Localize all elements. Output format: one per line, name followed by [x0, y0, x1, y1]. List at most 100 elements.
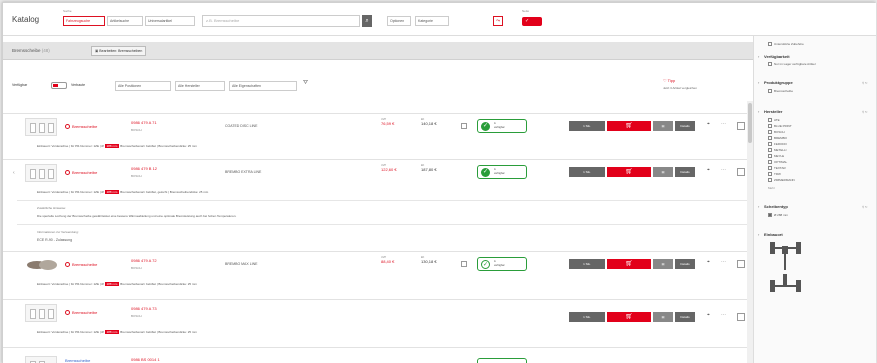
details-button[interactable]: Details — [675, 121, 695, 131]
filter-option[interactable]: Bremsscheibe — [768, 89, 793, 94]
mode-vehicle-search[interactable]: Fahrzeugsuche — [63, 16, 105, 26]
more-icon[interactable]: ⋯ — [721, 259, 726, 265]
quantity-stepper[interactable]: 1 Stk. — [569, 121, 605, 131]
product-thumbnail[interactable] — [25, 258, 59, 272]
tipp-link[interactable]: ♡ Tipp — [663, 78, 675, 83]
filter-option[interactable]: OPTIMAL — [768, 160, 787, 165]
price-value: 88,40 € — [381, 259, 395, 264]
filter-option[interactable]: MEYLE — [768, 154, 784, 159]
search-input[interactable]: z.B. Bremsscheibe — [202, 15, 360, 27]
list-icon[interactable]: ▤ — [653, 259, 673, 269]
compare-checkbox[interactable] — [737, 168, 745, 176]
net-toggle[interactable]: ✓ — [522, 17, 542, 26]
filter-option[interactable]: Ø 288 mm — [768, 213, 788, 218]
list-icon[interactable]: ▤ — [653, 121, 673, 131]
tab-brake-disc[interactable]: Bremsscheibe (48) — [12, 48, 50, 53]
stock-badge[interactable]: ✓ Averfügbar — [477, 257, 527, 271]
filter-section-productgroup[interactable]: Produktgruppe — [758, 80, 793, 85]
section-tools-icon[interactable]: ⚲ ↻ — [862, 81, 868, 85]
article-number[interactable]: 0986 479 A 73 — [131, 306, 157, 311]
pin-icon[interactable]: ⌖ — [707, 167, 710, 173]
compare-checkbox[interactable] — [737, 313, 745, 321]
availability-toggle[interactable] — [51, 82, 67, 89]
filter-option[interactable]: ZIMMERMANN — [768, 178, 795, 183]
product-thumbnail[interactable] — [25, 164, 57, 182]
show-more-link[interactable]: Mehr — [768, 186, 775, 190]
collapse-icon[interactable]: ‹ — [13, 170, 15, 176]
manufacturer-select[interactable]: Alle Hersteller — [175, 81, 225, 91]
brand-logo: Bremsscheibe — [65, 262, 97, 268]
brand-logo: Bremsscheibe — [65, 310, 98, 316]
brand-name: Bremsscheibe — [72, 310, 98, 315]
availability-label: Verfügbar — [12, 83, 28, 87]
stock-badge[interactable]: ✓ Averfügbar — [477, 165, 527, 179]
product-thumbnail[interactable] — [25, 304, 57, 322]
filter-section-position[interactable]: Einbauort — [758, 232, 783, 237]
compare-checkbox[interactable] — [737, 122, 745, 130]
filter-section-manufacturer[interactable]: Hersteller — [758, 109, 783, 114]
filter-option[interactable]: TEXTAR — [768, 166, 786, 171]
add-to-cart-button[interactable]: 🛒︎ — [607, 259, 651, 269]
stock-text: verfügbar — [494, 264, 505, 267]
article-number[interactable]: 0986 BS 0014 1 — [131, 357, 160, 362]
filter-reset-icon[interactable]: ⛛ — [303, 80, 308, 87]
property-select[interactable]: Alle Eigenschaften — [229, 81, 297, 91]
filter-section-availability[interactable]: Verfügbarkeit — [758, 54, 789, 59]
scroll-thumb[interactable] — [748, 103, 752, 143]
filter-option[interactable]: ATE — [768, 118, 780, 123]
filter-option[interactable]: FERODO — [768, 142, 787, 147]
product-thumbnail[interactable] — [25, 118, 57, 136]
compare-checkbox[interactable] — [737, 260, 745, 268]
filter-option[interactable]: Unterstützte Zubehöre — [768, 42, 804, 47]
filter-option[interactable]: BOSCH — [768, 130, 785, 135]
article-number[interactable]: 0986 479 B 12 — [131, 166, 157, 171]
quantity-stepper[interactable]: 1 Stk. — [569, 167, 605, 177]
filter-option[interactable]: METELLI — [768, 148, 787, 153]
info-icon[interactable] — [461, 123, 467, 129]
add-to-cart-button[interactable]: 🛒︎ — [607, 312, 651, 322]
add-to-cart-button[interactable]: 🛒︎ — [607, 167, 651, 177]
section-tools-icon[interactable]: ⚲ ↻ — [862, 205, 868, 209]
quantity-stepper[interactable]: 1 Stk. — [569, 259, 605, 269]
mode-article-search[interactable]: Artikelsuche — [107, 16, 143, 26]
pin-icon[interactable]: ⌖ — [707, 121, 710, 127]
compare-hint[interactable]: Jetzt 3 Artikel vergleichen — [663, 86, 697, 90]
stock-badge[interactable] — [477, 358, 527, 363]
options-select[interactable]: Optionen — [387, 16, 411, 26]
details-button[interactable]: Details — [675, 167, 695, 177]
axle-diagram-icon[interactable] — [768, 240, 808, 302]
list-icon[interactable]: ▤ — [653, 167, 673, 177]
details-button[interactable]: Details — [675, 312, 695, 322]
filter-option[interactable]: BREMBO — [768, 136, 787, 141]
filter-section-disc-type[interactable]: Scheibentyp — [758, 204, 788, 209]
category-select[interactable]: Kategorie — [415, 16, 449, 26]
filter-option[interactable]: BLUE PRINT — [768, 124, 792, 129]
tab-edit[interactable]: ▣ Bearbeiten: Bremsscheiben — [91, 46, 147, 56]
article-number[interactable]: 0986 479 A 72 — [131, 258, 157, 263]
result-card: ‹ Bremsscheibe 0986 479 B 12 BOSCH BREMB… — [3, 159, 753, 249]
filter-icon[interactable]: ⤳ — [493, 16, 503, 26]
stock-badge[interactable]: ✓ Averfügbar — [477, 119, 527, 133]
quantity-stepper[interactable]: 1 Stk. — [569, 312, 605, 322]
info-icon[interactable] — [461, 261, 467, 267]
section-tools-icon[interactable]: ⚲ ↻ — [862, 110, 868, 114]
add-to-cart-button[interactable]: 🛒︎ — [607, 121, 651, 131]
pin-icon[interactable]: ⌖ — [707, 312, 710, 318]
product-thumbnail[interactable] — [25, 356, 57, 363]
mode-universal[interactable]: Universalartikel — [145, 16, 195, 26]
product-name: BREMBO EXTRA LINE — [225, 170, 262, 174]
filter-option[interactable]: Nur im Lager verfügbare Artikel — [768, 62, 816, 67]
article-number[interactable]: 0986 479 A 71 — [131, 120, 157, 125]
tab-label: Bremsscheibe — [12, 48, 41, 53]
position-select[interactable]: Alle Positionen — [115, 81, 171, 91]
search-icon[interactable]: ⌕ — [362, 15, 372, 27]
details-button[interactable]: Details — [675, 259, 695, 269]
filter-option[interactable]: TRW — [768, 172, 781, 177]
list-icon[interactable]: ▤ — [653, 312, 673, 322]
result-card: Bremsscheibe 0986 479 A 72 BOSCH BREMBO … — [3, 251, 753, 297]
filter-option-label: Nur im Lager verfügbare Artikel — [774, 62, 816, 66]
more-icon[interactable]: ⋯ — [721, 312, 726, 318]
more-icon[interactable]: ⋯ — [721, 121, 726, 127]
pin-icon[interactable]: ⌖ — [707, 259, 710, 265]
more-icon[interactable]: ⋯ — [721, 167, 726, 173]
